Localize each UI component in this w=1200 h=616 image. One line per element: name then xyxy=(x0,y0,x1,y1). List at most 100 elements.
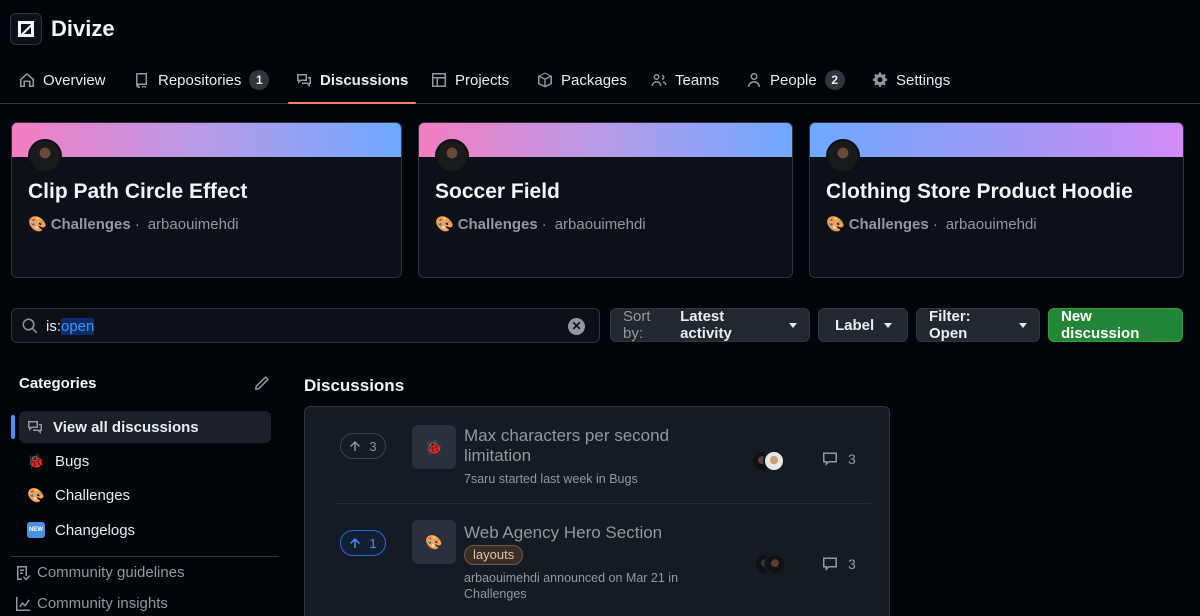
tab-packages-label: Packages xyxy=(561,71,627,89)
new-discussion-button[interactable]: New discussion xyxy=(1048,308,1183,342)
discussions-heading: Discussions xyxy=(304,376,405,395)
label-dropdown[interactable]: Label xyxy=(818,308,908,342)
chevron-down-icon xyxy=(789,322,797,328)
clear-search-icon[interactable]: ✕ xyxy=(568,318,585,335)
community-guidelines-label: Community guidelines xyxy=(37,564,185,581)
comment-icon xyxy=(823,557,837,571)
community-guidelines-link[interactable]: Community guidelines xyxy=(15,564,185,581)
sort-value: Latest activity xyxy=(680,308,732,342)
home-icon xyxy=(20,73,34,87)
card-category[interactable]: Challenges xyxy=(51,216,131,233)
tab-projects[interactable]: Projects xyxy=(431,62,509,98)
sort-label: Sort by: xyxy=(623,308,651,342)
discussion-meta: 7saru started last week in Bugs xyxy=(464,472,638,486)
tab-overview[interactable]: Overview xyxy=(19,62,106,98)
avatar[interactable] xyxy=(826,139,860,173)
comment-discussion-icon xyxy=(297,74,311,87)
category-challenges[interactable]: 🎨 Challenges xyxy=(19,479,271,511)
comment-icon xyxy=(823,452,837,466)
graph-icon xyxy=(16,596,30,611)
filter-dropdown[interactable]: Filter: Open xyxy=(916,308,1040,342)
tab-overview-label: Overview xyxy=(43,71,106,89)
card-gradient-band xyxy=(810,123,1183,157)
search-value: open xyxy=(61,318,95,335)
pencil-icon[interactable] xyxy=(254,375,270,391)
tab-teams[interactable]: Teams xyxy=(651,62,719,98)
label-button-text: Label xyxy=(835,316,875,334)
search-qualifier: is: xyxy=(46,318,61,335)
community-insights-label: Community insights xyxy=(37,595,168,612)
participant-avatars[interactable] xyxy=(754,553,790,575)
discussion-title-link[interactable]: Web Agency Hero Section xyxy=(464,523,724,543)
participant-avatars[interactable] xyxy=(751,450,787,472)
comment-count[interactable]: 3 xyxy=(822,556,856,572)
categories-heading: Categories xyxy=(19,375,97,392)
avatar[interactable] xyxy=(435,139,469,173)
people-icon xyxy=(651,74,667,86)
category-label: Bugs xyxy=(55,452,90,470)
category-label: Changelogs xyxy=(55,521,136,539)
card-separator: · xyxy=(541,215,547,233)
tab-settings[interactable]: Settings xyxy=(872,62,950,98)
card-title[interactable]: Clothing Store Product Hoodie xyxy=(826,180,1133,204)
tab-projects-label: Projects xyxy=(455,71,510,89)
avatar[interactable] xyxy=(763,450,785,472)
search-icon xyxy=(22,318,38,334)
upvote-button[interactable]: 3 xyxy=(340,433,386,459)
card-title[interactable]: Soccer Field xyxy=(435,180,560,204)
upvote-button[interactable]: 1 xyxy=(340,530,386,556)
palette-icon: 🎨 xyxy=(425,533,443,550)
card-gradient-band xyxy=(419,123,792,157)
pinned-discussion-card[interactable]: Clip Path Circle Effect 🎨 Challenges · a… xyxy=(11,122,402,278)
pinned-discussion-card[interactable]: Soccer Field 🎨 Challenges · arbaouimehdi xyxy=(418,122,793,278)
tab-teams-label: Teams xyxy=(675,71,720,89)
avatar[interactable] xyxy=(28,139,62,173)
vote-count: 1 xyxy=(369,535,377,551)
tab-discussions[interactable]: Discussions xyxy=(287,62,417,104)
repositories-count-badge: 1 xyxy=(249,70,270,90)
category-view-all[interactable]: View all discussions xyxy=(11,411,271,443)
comment-count[interactable]: 3 xyxy=(822,451,856,467)
card-author[interactable]: arbaouimehdi xyxy=(148,216,239,233)
lady-beetle-icon: 🐞 xyxy=(27,452,45,469)
arrow-up-icon xyxy=(350,441,361,451)
category-bugs[interactable]: 🐞 Bugs xyxy=(19,445,271,477)
search-query: is:open xyxy=(46,318,95,335)
org-logo[interactable] xyxy=(10,13,42,45)
card-category[interactable]: Challenges xyxy=(849,216,929,233)
palette-icon: 🎨 xyxy=(28,216,47,233)
tab-packages[interactable]: Packages xyxy=(537,62,627,98)
org-name[interactable]: Divize xyxy=(51,16,115,42)
pinned-discussion-card[interactable]: Clothing Store Product Hoodie 🎨 Challeng… xyxy=(809,122,1184,278)
gear-icon xyxy=(872,72,888,87)
discussion-search-input[interactable]: is:open ✕ xyxy=(11,308,600,343)
category-changelogs[interactable]: NEW Changelogs xyxy=(19,514,271,546)
category-label: Challenges xyxy=(55,486,131,504)
card-meta: 🎨 Challenges · arbaouimehdi xyxy=(435,215,646,234)
tab-people[interactable]: People 2 xyxy=(746,62,845,98)
org-header: Divize Overview Repositories 1 Discussio… xyxy=(0,0,1200,104)
card-title[interactable]: Clip Path Circle Effect xyxy=(28,180,247,204)
divize-logo-icon xyxy=(18,21,34,37)
card-author[interactable]: arbaouimehdi xyxy=(555,216,646,233)
label-badge[interactable]: layouts xyxy=(464,545,524,565)
community-insights-link[interactable]: Community insights xyxy=(15,595,168,612)
repo-icon xyxy=(136,73,147,88)
people-count-badge: 2 xyxy=(824,70,845,90)
avatar[interactable] xyxy=(764,553,786,575)
discussion-title-link[interactable]: Max characters per second limitation xyxy=(464,426,724,466)
tab-repositories-label: Repositories xyxy=(158,71,242,89)
vote-count: 3 xyxy=(369,438,377,454)
card-category[interactable]: Challenges xyxy=(458,216,538,233)
card-author[interactable]: arbaouimehdi xyxy=(946,216,1037,233)
category-emoji-icon: 🎨 xyxy=(412,520,456,564)
category-emoji-icon: 🐞 xyxy=(412,425,456,469)
card-meta: 🎨 Challenges · arbaouimehdi xyxy=(28,215,239,234)
lady-beetle-icon: 🐞 xyxy=(425,438,443,455)
category-label: View all discussions xyxy=(53,418,199,436)
tab-repositories[interactable]: Repositories 1 xyxy=(134,62,270,98)
tab-discussions-label: Discussions xyxy=(320,71,409,89)
sort-dropdown[interactable]: Sort by: Latest activity xyxy=(610,308,810,342)
new-discussion-label: New discussion xyxy=(1061,308,1140,342)
filter-button-text: Filter: Open xyxy=(929,308,971,342)
